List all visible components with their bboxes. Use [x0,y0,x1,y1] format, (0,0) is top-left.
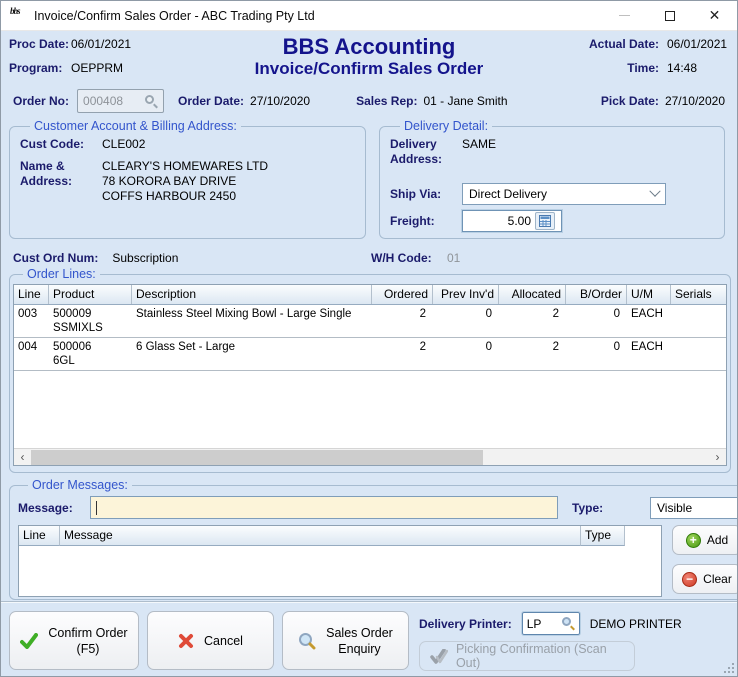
type-label: Type: [572,501,644,515]
magnifier-icon [298,632,316,650]
customer-billing-legend: Customer Account & Billing Address: [30,119,241,133]
message-label: Message: [18,501,90,515]
order-info-row: Cust Ord Num: Subscription W/H Code: 01 [13,251,729,265]
app-icon: bbs [10,8,27,24]
calculator-button[interactable] [535,212,555,230]
order-lines-header[interactable]: Line Product Description Ordered Prev In… [14,285,726,305]
delivery-printer-label: Delivery Printer: [419,617,512,631]
cancel-button[interactable]: Cancel [147,611,274,670]
picking-confirmation-button: Picking Confirmation (Scan Out) [419,641,635,671]
scrollbar-thumb[interactable] [31,450,483,465]
delivery-detail-legend: Delivery Detail: [400,119,492,133]
search-icon[interactable] [562,617,575,630]
order-date-label: Order Date: [178,94,244,108]
message-input[interactable] [91,497,557,518]
screen-title: Invoice/Confirm Sales Order [129,59,609,79]
wh-code-label: W/H Code: [371,251,432,265]
header: Proc Date: 06/01/2021 Program: OEPPRM BB… [9,37,729,87]
footer-bar: Confirm Order(F5) Cancel Sales OrderEnqu… [1,601,737,676]
customer-billing-group: Customer Account & Billing Address: Cust… [9,119,366,239]
order-date-value: 27/10/2020 [250,94,310,108]
delivery-detail-group: Delivery Detail: Delivery Address: SAME … [379,119,725,239]
order-messages-group: Order Messages: Message: Type: Visible L… [9,478,738,600]
window-title: Invoice/Confirm Sales Order - ABC Tradin… [34,9,315,23]
cust-code-value: CLE002 [102,137,145,151]
minimize-button[interactable] [602,1,647,30]
actual-date: Actual Date: 06/01/2021 [589,37,729,61]
ship-via-label: Ship Via: [390,187,462,201]
time: Time: 14:48 [589,61,729,85]
delivery-address-value: SAME [462,137,496,151]
program: Program: OEPPRM [9,61,131,85]
plus-icon: + [686,533,701,548]
order-messages-legend: Order Messages: [28,478,132,492]
resize-grip[interactable] [724,663,734,673]
name-address-label: Name & Address: [20,159,102,204]
name-address-value: CLEARY'S HOMEWARES LTD 78 KORORA BAY DRI… [102,159,268,204]
text-caret [96,501,97,515]
titlebar[interactable]: bbs Invoice/Confirm Sales Order - ABC Tr… [1,1,737,31]
scroll-left-arrow[interactable]: ‹ [14,449,31,466]
ship-via-value: Direct Delivery [469,187,547,201]
order-lines-table: Line Product Description Ordered Prev In… [13,284,727,466]
clear-button[interactable]: − Clear [672,564,738,594]
cust-ord-num-label: Cust Ord Num: [13,251,98,265]
sales-rep-label: Sales Rep: [356,94,417,108]
order-no-value: 000408 [83,94,123,108]
gray-check-icon [430,649,448,664]
messages-table[interactable]: Line Message Type [18,525,662,597]
freight-field[interactable] [462,210,562,232]
order-line-row[interactable]: 003 500009SSMIXLS Stainless Steel Mixing… [14,305,726,338]
cust-ord-num-value: Subscription [112,251,178,265]
delivery-address-label: Delivery Address: [390,137,462,167]
add-button[interactable]: + Add [672,525,738,555]
order-line-row[interactable]: 004 5000066GL 6 Glass Set - Large 2 0 2 … [14,338,726,371]
proc-date: Proc Date: 06/01/2021 [9,37,131,61]
freight-input[interactable] [463,214,535,228]
pick-date-label: Pick Date: [601,94,659,108]
ship-via-select[interactable]: Direct Delivery [462,183,666,205]
freight-label: Freight: [390,214,462,228]
delivery-printer-code: LP [527,617,542,631]
type-value: Visible [657,501,692,515]
order-bar: Order No: 000408 Order Date: 27/10/2020 … [13,88,729,114]
x-icon [178,633,194,649]
order-lines-group: Order Lines: Line Product Description Or… [9,267,731,473]
order-no-label: Order No: [13,94,69,108]
sales-order-enquiry-button[interactable]: Sales OrderEnquiry [282,611,409,670]
order-no-field[interactable]: 000408 [77,89,164,113]
app-window: bbs Invoice/Confirm Sales Order - ABC Tr… [0,0,738,677]
calculator-icon [539,215,551,227]
scroll-right-arrow[interactable]: › [709,449,726,466]
delivery-printer-field[interactable]: LP [522,612,580,635]
horizontal-scrollbar[interactable]: ‹ › [14,448,726,465]
type-select[interactable]: Visible [650,497,738,519]
order-lines-legend: Order Lines: [23,267,100,281]
wh-code-value: 01 [447,251,460,265]
messages-table-header: Line Message Type [19,526,661,546]
app-title: BBS Accounting [129,35,609,59]
message-input-wrap [90,496,558,519]
maximize-button[interactable] [647,1,692,30]
search-icon[interactable] [145,95,158,108]
chevron-down-icon [649,186,660,197]
pick-date-value: 27/10/2020 [665,94,725,108]
delivery-printer-name: DEMO PRINTER [590,617,682,631]
minus-icon: − [682,572,697,587]
check-icon [20,633,38,649]
confirm-order-button[interactable]: Confirm Order(F5) [9,611,139,670]
sales-rep-value: 01 - Jane Smith [423,94,507,108]
close-button[interactable]: ✕ [692,1,737,30]
cust-code-label: Cust Code: [20,137,102,151]
